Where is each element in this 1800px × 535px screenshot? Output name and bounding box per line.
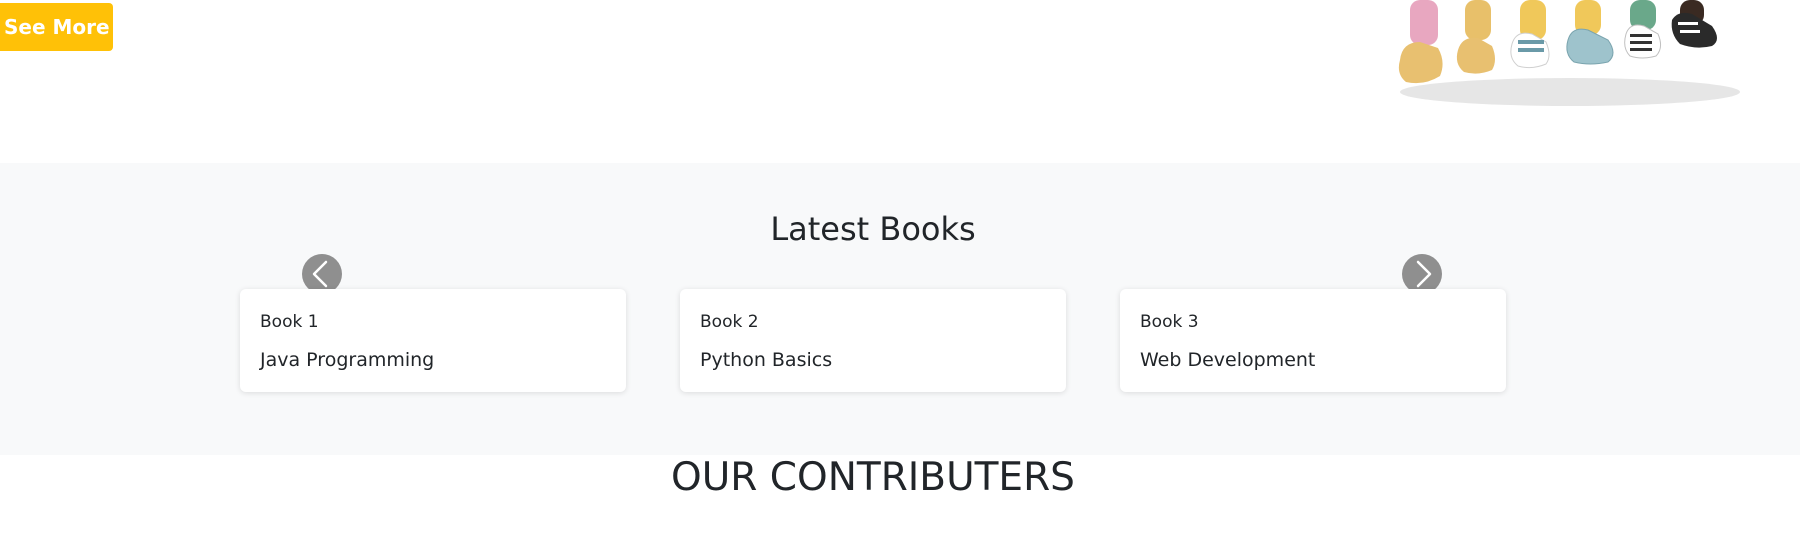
book-number: Book 2 (700, 312, 759, 332)
section-title-contributors: OUR CONTRIBUTERS (671, 455, 1075, 500)
book-card[interactable]: Book 2 Python Basics (680, 289, 1066, 392)
hero-section: See More (0, 0, 1800, 163)
carousel-next-button[interactable] (1402, 254, 1442, 294)
chevron-right-icon (1416, 260, 1432, 288)
latest-books-section: Latest Books Book 1 Java Programming Boo… (0, 163, 1800, 455)
book-number: Book 3 (1140, 312, 1199, 332)
book-card[interactable]: Book 3 Web Development (1120, 289, 1506, 392)
section-title-latest-books: Latest Books (770, 210, 976, 248)
book-number: Book 1 (260, 312, 319, 332)
book-card[interactable]: Book 1 Java Programming (240, 289, 626, 392)
chevron-left-icon (312, 260, 328, 288)
book-title: Web Development (1140, 349, 1316, 371)
carousel-prev-button[interactable] (302, 254, 342, 294)
see-more-button[interactable]: See More (0, 3, 113, 51)
people-feet-illustration (1398, 0, 1740, 106)
book-title: Python Basics (700, 349, 833, 371)
book-title: Java Programming (260, 349, 435, 371)
